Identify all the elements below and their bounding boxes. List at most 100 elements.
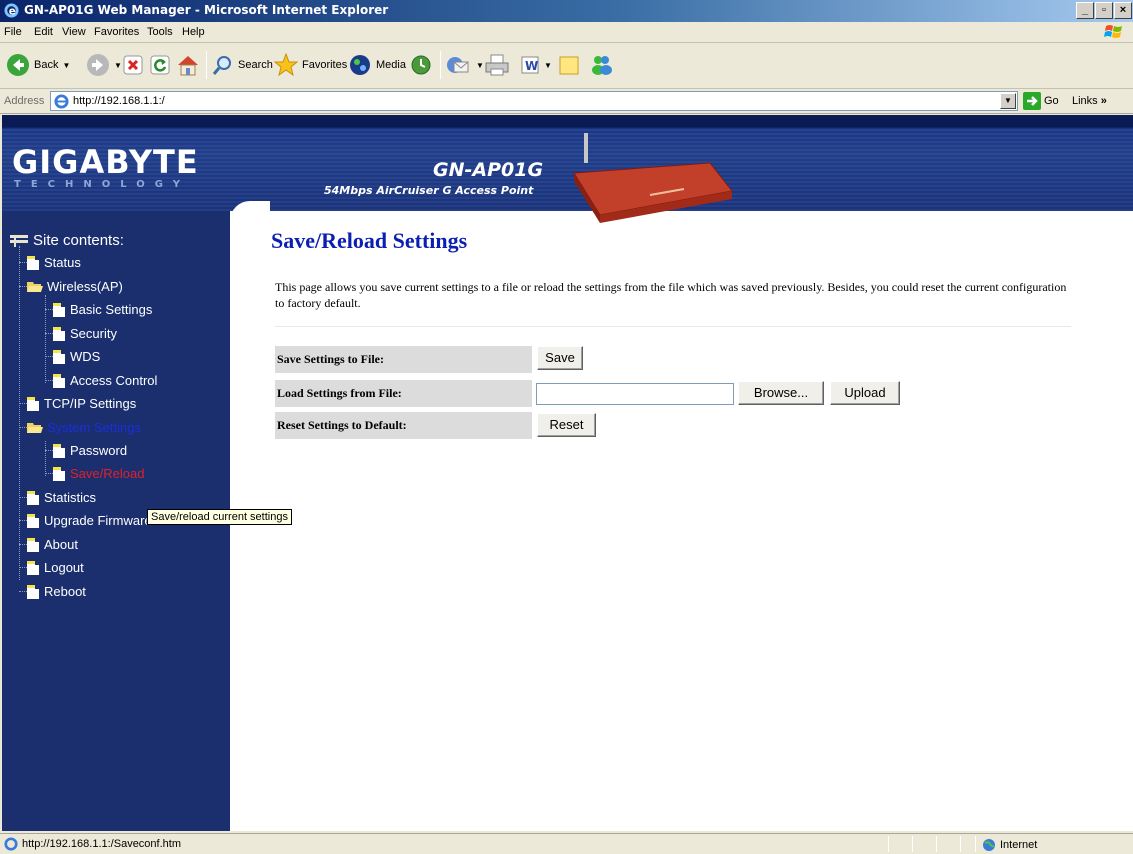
go-label: Go [1044, 95, 1059, 107]
search-icon [212, 56, 231, 75]
notes-icon [559, 56, 579, 75]
forward-dropdown-icon[interactable]: ▼ [114, 61, 122, 70]
print-button[interactable] [484, 48, 510, 82]
windows-logo-icon [1104, 25, 1122, 38]
title-bar[interactable]: e GN-AP01G Web Manager - Microsoft Inter… [0, 0, 1133, 22]
forward-button[interactable]: ▼ [86, 48, 122, 82]
brand-logo: GIGABYTE [12, 143, 199, 181]
mail-icon [447, 57, 469, 73]
discuss-button[interactable] [558, 48, 580, 82]
security-zone: Internet [982, 838, 1037, 852]
page-title: Save/Reload Settings [271, 228, 468, 253]
sidebar-item-logout[interactable]: Logout [19, 560, 84, 575]
sidebar-item-security[interactable]: Security [45, 326, 117, 341]
document-icon [27, 490, 39, 505]
sidebar-item-about[interactable]: About [19, 537, 78, 552]
file-path-input[interactable] [536, 383, 734, 405]
browse-button[interactable]: Browse... [738, 381, 824, 405]
sidebar-item-label: Status [44, 255, 81, 270]
sidebar-item-label: Statistics [44, 490, 97, 505]
document-icon [53, 466, 65, 481]
menu-view[interactable]: View [62, 26, 86, 38]
menu-file[interactable]: File [4, 26, 22, 38]
sidebar-item-wireless[interactable]: Wireless(AP) [19, 279, 123, 294]
links-button[interactable]: Links » [1072, 95, 1107, 107]
sidebar-item-label: Password [70, 443, 128, 458]
address-input[interactable]: http://192.168.1.1:/ ▼ [50, 91, 1018, 111]
sidebar-item-access-control[interactable]: Access Control [45, 373, 157, 388]
sidebar-item-reboot[interactable]: Reboot [19, 584, 86, 599]
page-content: GIGABYTE TECHNOLOGY GN-AP01G 54Mbps AirC… [2, 115, 1133, 831]
site-contents-label: Site contents: [33, 232, 124, 249]
network-icon [10, 234, 28, 247]
zone-label: Internet [1000, 839, 1038, 851]
model-name: GN-AP01G [433, 159, 544, 181]
sidebar-item-password[interactable]: Password [45, 443, 127, 458]
document-icon [53, 349, 65, 364]
menu-tools[interactable]: Tools [147, 26, 173, 38]
sidebar-item-label: Upgrade Firmware [44, 513, 152, 528]
favorites-button[interactable]: Favorites [274, 48, 347, 82]
close-button[interactable]: × [1114, 2, 1132, 19]
sidebar-item-label: Basic Settings [70, 302, 153, 317]
refresh-icon [150, 55, 170, 75]
stop-button[interactable] [123, 48, 143, 82]
mail-button[interactable]: ▼ [446, 48, 484, 82]
sidebar-item-wds[interactable]: WDS [45, 349, 100, 364]
document-icon [53, 326, 65, 341]
edit-dropdown-icon[interactable]: ▼ [544, 61, 552, 70]
back-label: Back [34, 59, 59, 71]
history-button[interactable] [410, 48, 432, 82]
reset-button[interactable]: Reset [537, 413, 596, 437]
sidebar-item-statistics[interactable]: Statistics [19, 490, 96, 505]
address-url: http://192.168.1.1:/ [73, 95, 165, 107]
document-icon [27, 396, 39, 411]
site-contents-header: Site contents: [10, 232, 124, 249]
messenger-button[interactable] [590, 48, 614, 82]
sidebar-item-label: Save/Reload [70, 466, 145, 481]
sidebar-item-label: About [44, 537, 78, 552]
chevron-right-icon: » [1100, 95, 1107, 107]
document-icon [27, 584, 39, 599]
sidebar-item-label: WDS [70, 349, 101, 364]
browser-window: e GN-AP01G Web Manager - Microsoft Inter… [0, 0, 1133, 854]
back-dropdown-icon[interactable]: ▼ [62, 61, 70, 70]
sidebar-item-basic-settings[interactable]: Basic Settings [45, 302, 152, 317]
maximize-button[interactable]: ▫ [1095, 2, 1113, 19]
media-button[interactable]: Media [348, 48, 406, 82]
toolbar: Back ▼ ▼ Search Favorites Media ▼ W ▼ [0, 43, 1133, 89]
sidebar-item-upgrade-firmware[interactable]: Upgrade Firmware [19, 513, 152, 528]
folder-open-icon [27, 281, 43, 292]
mail-dropdown-icon[interactable]: ▼ [476, 61, 484, 70]
document-icon [27, 255, 39, 270]
ie-icon: e [4, 3, 19, 18]
back-button[interactable]: Back ▼ [6, 48, 70, 82]
address-dropdown-icon[interactable]: ▼ [1000, 93, 1016, 109]
status-text: http://192.168.1.1:/Saveconf.htm [22, 838, 181, 850]
minimize-button[interactable]: _ [1076, 2, 1094, 19]
menu-favorites[interactable]: Favorites [94, 26, 139, 38]
refresh-button[interactable] [150, 48, 170, 82]
page-description: This page allows you save current settin… [275, 280, 1067, 310]
globe-icon [983, 839, 995, 851]
sidebar-item-label: Logout [44, 560, 84, 575]
menu-help[interactable]: Help [182, 26, 205, 38]
sidebar-item-system-settings[interactable]: System Settings [19, 420, 141, 435]
menu-edit[interactable]: Edit [34, 26, 53, 38]
history-icon [411, 55, 431, 75]
sidebar-item-status[interactable]: Status [19, 255, 81, 270]
home-button[interactable] [176, 48, 200, 82]
search-label: Search [238, 59, 273, 71]
stop-icon [123, 55, 143, 75]
media-label: Media [376, 59, 406, 71]
divider [275, 326, 1071, 327]
sidebar-item-tcpip-settings[interactable]: TCP/IP Settings [19, 396, 136, 411]
search-button[interactable]: Search [212, 48, 273, 82]
save-settings-label: Save Settings to File: [275, 346, 532, 373]
upload-button[interactable]: Upload [830, 381, 900, 405]
edit-button[interactable]: W ▼ [520, 48, 552, 82]
save-button[interactable]: Save [537, 346, 583, 370]
document-icon [27, 537, 39, 552]
sidebar-item-save-reload[interactable]: Save/Reload [45, 466, 144, 481]
go-button[interactable]: Go [1023, 92, 1059, 110]
